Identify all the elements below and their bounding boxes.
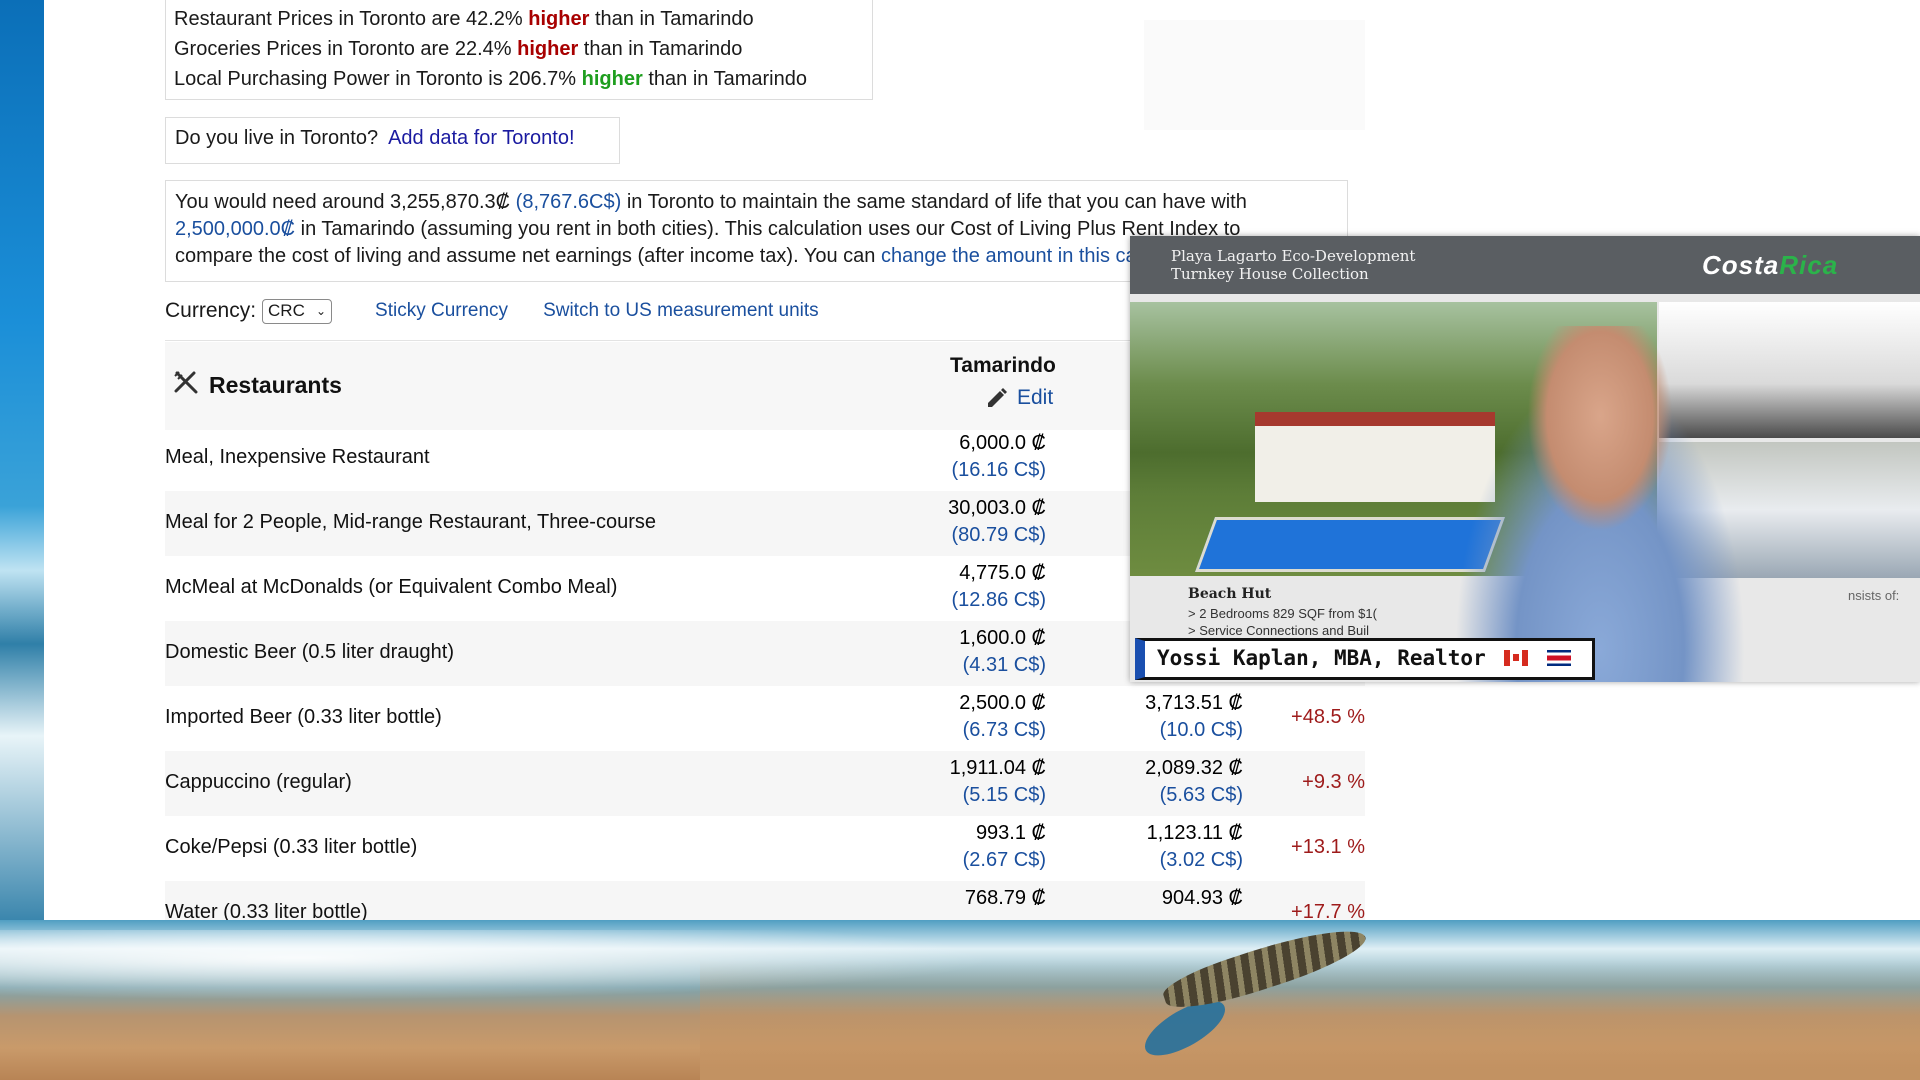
tamarindo-price: 30,003.0 ₡ (80.79 C$) bbox=[948, 497, 1046, 546]
column-header-tamarindo: Tamarindo bbox=[950, 354, 1056, 377]
table-row: Cappuccino (regular) 1,911.04 ₡ (5.15 C$) 2… bbox=[165, 751, 1365, 816]
table-row: Water (0.33 liter bottle) 768.79 ₡ 904.93 … bbox=[165, 881, 1365, 920]
item-name: McMeal at McDonalds (or Equivalent Combo… bbox=[165, 576, 618, 598]
video-title-line2: Turnkey House Collection bbox=[1171, 265, 1369, 283]
pencil-icon bbox=[988, 388, 1007, 407]
currency-select[interactable]: CRC ⌄ bbox=[262, 298, 333, 324]
item-name: Meal, Inexpensive Restaurant bbox=[165, 446, 430, 468]
chevron-down-icon: ⌄ bbox=[315, 304, 327, 318]
currency-label: Currency: bbox=[165, 299, 257, 322]
tamarindo-price: 6,000.0 ₡ (16.16 C$) bbox=[951, 432, 1047, 481]
presenter-video-overlay: Playa Lagarto Eco-Development Turnkey Ho… bbox=[1130, 236, 1920, 682]
toronto-price: 904.93 ₡ bbox=[1161, 887, 1243, 909]
presenter-person bbox=[1430, 326, 1770, 682]
item-name: Meal for 2 People, Mid-range Restaurant,… bbox=[165, 511, 656, 533]
us-units-link[interactable]: Switch to US measurement units bbox=[543, 300, 819, 322]
presenter-name: Yossi Kaplan, MBA, Realtor bbox=[1157, 646, 1486, 670]
price-comparison-summary: Restaurant Prices in Toronto are 42.2% h… bbox=[165, 0, 873, 100]
add-data-link[interactable]: Add data for Toronto! bbox=[388, 127, 574, 149]
item-name: Coke/Pepsi (0.33 liter bottle) bbox=[165, 836, 418, 858]
edit-button[interactable]: Edit bbox=[985, 386, 1053, 410]
beach-background-bottom bbox=[0, 920, 1920, 1080]
price-difference: +9.3 % bbox=[1302, 771, 1365, 793]
video-title-line1: Playa Lagarto Eco-Development bbox=[1171, 247, 1416, 265]
beach-hut-detail-2: > Service Connections and Buil bbox=[1188, 623, 1370, 638]
beach-hut-detail-1: > 2 Bedrooms 829 SQF from $1( bbox=[1188, 606, 1377, 621]
groceries-prices-line: Groceries Prices in Toronto are 22.4% hi… bbox=[174, 38, 743, 60]
price-difference: +48.5 % bbox=[1291, 706, 1365, 728]
price-difference: +13.1 % bbox=[1291, 836, 1365, 858]
costa-rica-flag-icon bbox=[1547, 650, 1572, 666]
costa-rica-logo: CostaRica bbox=[1702, 250, 1839, 280]
price-difference: +17.7 % bbox=[1291, 901, 1365, 920]
cutlery-icon bbox=[174, 371, 198, 394]
restaurants-title: Restaurants bbox=[209, 372, 342, 398]
live-question: Do you live in Toronto? bbox=[175, 127, 379, 149]
table-row: Imported Beer (0.33 liter bottle) 2,500.0… bbox=[165, 686, 1365, 751]
currency-row: Currency: CRC ⌄ Sticky Currency Switch t… bbox=[165, 297, 819, 325]
toronto-price: 2,089.32 ₡ (5.63 C$) bbox=[1145, 757, 1243, 806]
beach-hut-title: Beach Hut bbox=[1188, 586, 1272, 602]
item-name: Imported Beer (0.33 liter bottle) bbox=[165, 706, 442, 728]
tamarindo-price: 1,911.04 ₡ (5.15 C$) bbox=[949, 757, 1046, 806]
faded-watermark bbox=[1144, 20, 1365, 130]
beach-background-left bbox=[0, 0, 44, 920]
video-title-bar: Playa Lagarto Eco-Development Turnkey Ho… bbox=[1130, 236, 1920, 294]
item-name: Water (0.33 liter bottle) bbox=[165, 901, 368, 920]
live-in-city-box: Do you live in Toronto? Add data for Toro… bbox=[165, 117, 620, 164]
cad-amount-link: (8,767.6C$) bbox=[515, 191, 622, 213]
purchasing-power-line: Local Purchasing Power in Toronto is 206… bbox=[174, 68, 807, 90]
sticky-currency-link[interactable]: Sticky Currency bbox=[375, 300, 508, 322]
table-row: Coke/Pepsi (0.33 liter bottle) 993.1 ₡ (2.… bbox=[165, 816, 1365, 881]
canada-flag-icon bbox=[1504, 650, 1529, 666]
toronto-price: 3,713.51 ₡ (10.0 C$) bbox=[1145, 692, 1243, 741]
item-name: Domestic Beer (0.5 liter draught) bbox=[165, 641, 455, 663]
wet-sand bbox=[700, 960, 1920, 1080]
tamarindo-price: 2,500.0 ₡ (6.73 C$) bbox=[959, 692, 1046, 741]
item-name: Cappuccino (regular) bbox=[165, 771, 352, 793]
tamarindo-price: 4,775.0 ₡ (12.86 C$) bbox=[951, 562, 1047, 611]
base-amount-link[interactable]: 2,500,000.0₡ bbox=[175, 218, 295, 240]
presenter-name-lower-third: Yossi Kaplan, MBA, Realtor bbox=[1135, 638, 1595, 680]
tamarindo-price: 768.79 ₡ bbox=[964, 887, 1046, 909]
restaurant-prices-line: Restaurant Prices in Toronto are 42.2% h… bbox=[174, 8, 754, 30]
consists-text: nsists of: bbox=[1848, 588, 1900, 603]
tamarindo-price: 993.1 ₡ (2.67 C$) bbox=[962, 822, 1046, 871]
tamarindo-price: 1,600.0 ₡ (4.31 C$) bbox=[959, 627, 1046, 676]
toronto-price: 1,123.11 ₡ (3.02 C$) bbox=[1146, 822, 1243, 871]
